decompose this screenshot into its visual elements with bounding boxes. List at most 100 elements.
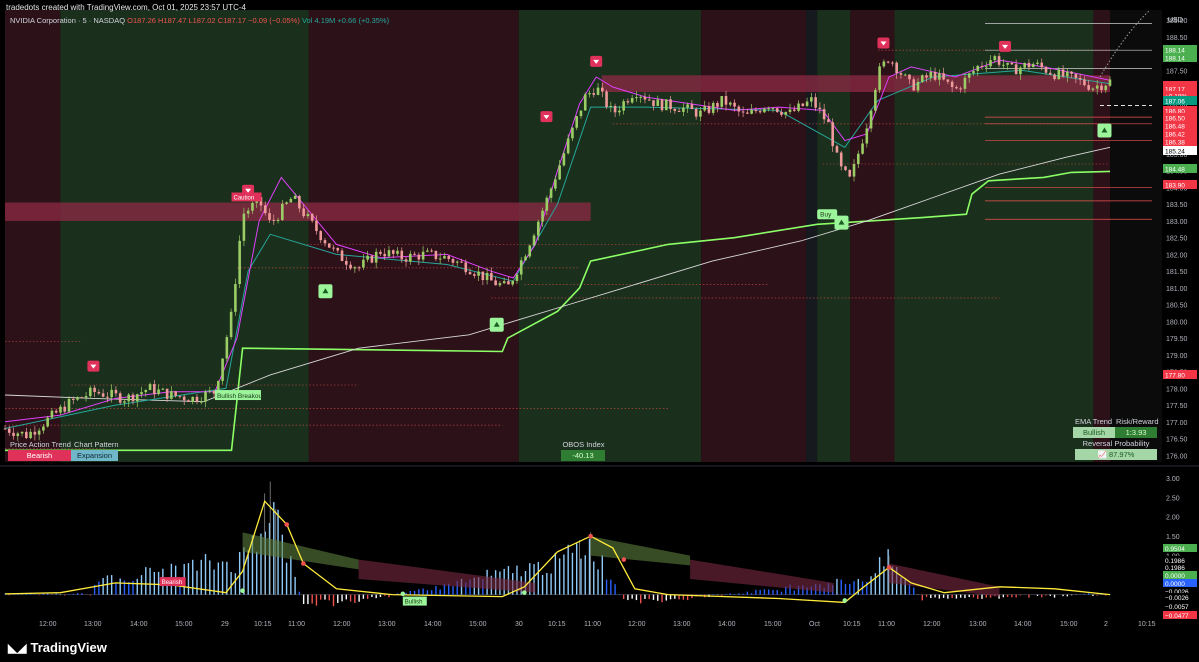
candle-up[interactable] — [1006, 62, 1009, 65]
candle-down[interactable] — [1061, 69, 1065, 77]
candle-up[interactable] — [1108, 79, 1112, 86]
candle-up[interactable] — [805, 101, 809, 106]
candle-up[interactable] — [426, 250, 429, 252]
candle-down[interactable] — [895, 62, 898, 74]
candle-up[interactable] — [720, 96, 724, 107]
candle-down[interactable] — [814, 97, 817, 108]
candle-up[interactable] — [191, 396, 195, 402]
candle-up[interactable] — [276, 220, 280, 222]
candle-down[interactable] — [737, 106, 741, 112]
candle-down[interactable] — [383, 253, 387, 257]
candle-down[interactable] — [942, 73, 945, 80]
symbol-legend[interactable]: NVIDIA Corporation · 5 · NASDAQ O187.26 … — [10, 16, 389, 25]
candle-down[interactable] — [652, 100, 655, 106]
candle-up[interactable] — [221, 358, 224, 381]
candle-down[interactable] — [690, 104, 694, 110]
candle-down[interactable] — [626, 101, 630, 103]
candle-down[interactable] — [660, 99, 664, 111]
candle-up[interactable] — [984, 66, 988, 68]
candle-up[interactable] — [251, 202, 254, 211]
candle-up[interactable] — [639, 96, 642, 98]
candle-up[interactable] — [810, 97, 813, 102]
candle-down[interactable] — [12, 432, 15, 437]
candle-down[interactable] — [1070, 71, 1073, 74]
candle-down[interactable] — [494, 280, 497, 286]
candle-up[interactable] — [938, 73, 941, 80]
candle-up[interactable] — [208, 390, 212, 392]
candle-up[interactable] — [498, 283, 502, 286]
candle-down[interactable] — [822, 109, 826, 120]
candle-down[interactable] — [345, 261, 348, 265]
candle-down[interactable] — [592, 93, 596, 95]
candle-up[interactable] — [16, 433, 20, 437]
candle-down[interactable] — [1100, 85, 1103, 91]
candle-down[interactable] — [1087, 85, 1090, 90]
candle-up[interactable] — [366, 255, 369, 260]
candle-down[interactable] — [153, 384, 156, 395]
candle-down[interactable] — [1078, 77, 1082, 80]
candle-up[interactable] — [204, 391, 207, 402]
candle-up[interactable] — [861, 143, 864, 154]
osc-signal-dot[interactable] — [588, 533, 593, 539]
candle-up[interactable] — [916, 81, 920, 91]
candle-up[interactable] — [76, 397, 79, 400]
candle-down[interactable] — [430, 250, 433, 252]
candle-down[interactable] — [25, 431, 28, 439]
candle-up[interactable] — [199, 401, 203, 403]
candle-up[interactable] — [869, 110, 873, 129]
candle-up[interactable] — [289, 198, 293, 203]
candle-down[interactable] — [349, 264, 352, 269]
candle-down[interactable] — [310, 214, 314, 221]
candle-down[interactable] — [327, 243, 331, 248]
candle-up[interactable] — [42, 426, 45, 431]
candle-down[interactable] — [677, 110, 681, 112]
candle-up[interactable] — [703, 106, 706, 111]
candle-up[interactable] — [511, 280, 515, 285]
candle-down[interactable] — [886, 61, 890, 63]
candle-up[interactable] — [110, 389, 113, 398]
candle-up[interactable] — [1023, 62, 1026, 68]
candle-up[interactable] — [1036, 62, 1039, 64]
candle-down[interactable] — [357, 267, 361, 269]
candle-up[interactable] — [882, 61, 886, 67]
candle-up[interactable] — [583, 94, 587, 111]
candle-up[interactable] — [596, 87, 600, 95]
osc-signal-dot[interactable] — [400, 591, 406, 597]
candle-up[interactable] — [682, 107, 685, 112]
candle-up[interactable] — [558, 165, 561, 180]
candle-down[interactable] — [447, 256, 451, 259]
candle-down[interactable] — [80, 397, 84, 399]
candle-down[interactable] — [613, 105, 617, 113]
candle-down[interactable] — [1083, 79, 1086, 86]
candle-down[interactable] — [195, 396, 199, 402]
osc-signal-dot[interactable] — [621, 557, 627, 562]
candle-up[interactable] — [566, 138, 570, 154]
candle-down[interactable] — [1040, 62, 1044, 68]
candle-up[interactable] — [515, 274, 519, 281]
symbol-name[interactable]: NVIDIA Corporation · 5 · NASDAQ — [10, 16, 125, 25]
candle-up[interactable] — [123, 401, 126, 403]
candle-up[interactable] — [784, 111, 788, 115]
candle-up[interactable] — [281, 203, 284, 221]
candle-down[interactable] — [323, 240, 327, 244]
candle-down[interactable] — [97, 391, 101, 394]
osc-signal-dot[interactable] — [301, 561, 306, 566]
candle-down[interactable] — [315, 220, 318, 232]
candle-up[interactable] — [588, 93, 591, 95]
candle-down[interactable] — [391, 250, 395, 254]
candle-down[interactable] — [298, 195, 301, 209]
candle-up[interactable] — [1031, 63, 1035, 68]
candle-down[interactable] — [468, 272, 472, 275]
candle-up[interactable] — [622, 101, 625, 111]
candle-down[interactable] — [178, 395, 182, 397]
candle-down[interactable] — [71, 398, 75, 400]
candle-down[interactable] — [63, 406, 67, 412]
candle-down[interactable] — [106, 396, 109, 398]
candle-up[interactable] — [874, 89, 877, 111]
candle-down[interactable] — [925, 75, 928, 78]
candle-down[interactable] — [1010, 62, 1014, 65]
candle-up[interactable] — [161, 388, 165, 390]
candle-up[interactable] — [711, 102, 715, 113]
candle-up[interactable] — [519, 260, 523, 275]
candle-up[interactable] — [306, 214, 310, 217]
